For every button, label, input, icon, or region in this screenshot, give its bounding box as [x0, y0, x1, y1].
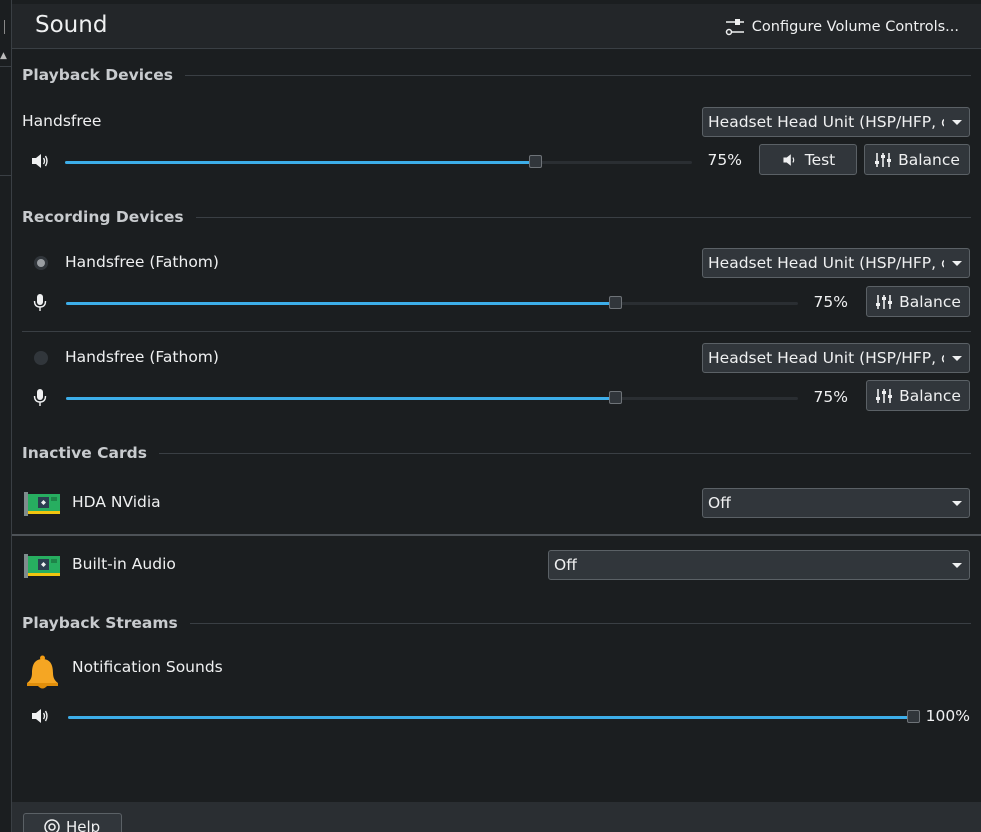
sidebar-tick: [0, 20, 5, 34]
help-button-label: Help: [66, 818, 101, 832]
section-label: Recording Devices: [22, 208, 184, 226]
microphone-icon[interactable]: [29, 291, 51, 313]
equalizer-icon: [876, 294, 893, 309]
slider-fill: [65, 161, 535, 164]
recording-profile-select[interactable]: Headset Head Unit (HSP/HFP, codec CVSD): [702, 343, 970, 373]
balance-button-label: Balance: [899, 292, 961, 311]
section-label: Inactive Cards: [22, 444, 147, 462]
section-label: Playback Streams: [22, 614, 178, 632]
sound-card-icon: [24, 492, 60, 516]
card-profile-select[interactable]: Off: [702, 488, 970, 518]
help-button[interactable]: Help: [23, 813, 122, 832]
recording-profile-select[interactable]: Headset Head Unit (HSP/HFP, codec CVSD): [702, 248, 970, 278]
speaker-icon[interactable]: [29, 705, 51, 727]
microphone-icon[interactable]: [29, 386, 51, 408]
stream-volume-slider[interactable]: [68, 710, 920, 724]
section-rule: [195, 216, 971, 218]
speaker-icon: [783, 153, 794, 166]
scroll-up-arrow-icon[interactable]: ▲: [0, 50, 10, 62]
card-name: Built-in Audio: [72, 555, 176, 573]
footer-bar: [12, 802, 981, 832]
slider-fill: [66, 397, 615, 400]
page-header: Sound Configure Volume Controls...: [12, 4, 981, 49]
playback-device-name: Handsfree: [22, 112, 102, 130]
balance-button-label: Balance: [899, 386, 961, 405]
section-playback-streams: Playback Streams: [22, 613, 971, 633]
playback-profile-value: Headset Head Unit (HSP/HFP, codec CVSD): [708, 113, 944, 131]
section-rule: [189, 622, 971, 624]
recording-volume-slider[interactable]: [66, 296, 798, 310]
recording-device-name: Handsfree (Fathom): [65, 253, 219, 271]
recording-profile-value: Headset Head Unit (HSP/HFP, codec CVSD): [708, 349, 944, 367]
slider-handle[interactable]: [907, 710, 920, 723]
slider-handle[interactable]: [609, 391, 622, 404]
configure-volume-controls-label: Configure Volume Controls...: [751, 19, 959, 35]
card-profile-select[interactable]: Off: [548, 550, 970, 580]
recording-device-name: Handsfree (Fathom): [65, 348, 219, 366]
configure-volume-controls-button[interactable]: Configure Volume Controls...: [724, 14, 959, 40]
default-device-radio[interactable]: [34, 351, 48, 365]
equalizer-icon: [875, 152, 892, 167]
balance-button[interactable]: Balance: [866, 380, 970, 411]
slider-fill: [66, 302, 615, 305]
section-inactive-cards: Inactive Cards: [22, 443, 971, 463]
equalizer-icon: [876, 388, 893, 403]
recording-profile-value: Headset Head Unit (HSP/HFP, codec CVSD): [708, 254, 944, 272]
card-profile-value: Off: [554, 556, 577, 574]
card-divider: [12, 534, 981, 536]
help-icon: [44, 819, 60, 832]
balance-button-label: Balance: [898, 150, 960, 169]
recording-volume-value: 75%: [813, 388, 848, 406]
section-rule: [184, 74, 971, 76]
playback-volume-value: 75%: [707, 151, 742, 169]
section-rule: [158, 452, 971, 454]
sidebar-scrollbar[interactable]: [0, 66, 11, 176]
playback-volume-slider[interactable]: [65, 155, 692, 169]
recording-volume-value: 75%: [813, 293, 848, 311]
sound-card-icon: [24, 554, 60, 578]
sidebar-edge: ▲: [0, 0, 12, 832]
playback-profile-select[interactable]: Headset Head Unit (HSP/HFP, codec CVSD): [702, 107, 970, 137]
chevron-down-icon: [952, 501, 962, 506]
section-playback-devices: Playback Devices: [22, 65, 971, 85]
balance-button[interactable]: Balance: [864, 144, 970, 175]
chevron-down-icon: [952, 563, 962, 568]
stream-name: Notification Sounds: [72, 658, 223, 676]
test-button[interactable]: Test: [759, 144, 857, 175]
slider-fill: [68, 716, 914, 719]
chevron-down-icon: [952, 356, 962, 361]
page-title: Sound: [35, 12, 108, 38]
bell-icon: [27, 655, 58, 689]
default-device-radio[interactable]: [34, 256, 48, 270]
card-name: HDA NVidia: [72, 493, 161, 511]
balance-button[interactable]: Balance: [866, 286, 970, 317]
chevron-down-icon: [952, 120, 962, 125]
card-profile-value: Off: [708, 494, 731, 512]
section-recording-devices: Recording Devices: [22, 207, 971, 227]
section-label: Playback Devices: [22, 66, 173, 84]
stream-volume-value: 100%: [925, 707, 970, 725]
recording-volume-slider[interactable]: [66, 391, 798, 405]
sliders-icon: [725, 19, 744, 36]
chevron-down-icon: [952, 261, 962, 266]
device-divider: [22, 331, 971, 332]
speaker-icon[interactable]: [29, 150, 51, 172]
slider-handle[interactable]: [529, 155, 542, 168]
test-button-label: Test: [804, 150, 836, 169]
slider-handle[interactable]: [609, 296, 622, 309]
